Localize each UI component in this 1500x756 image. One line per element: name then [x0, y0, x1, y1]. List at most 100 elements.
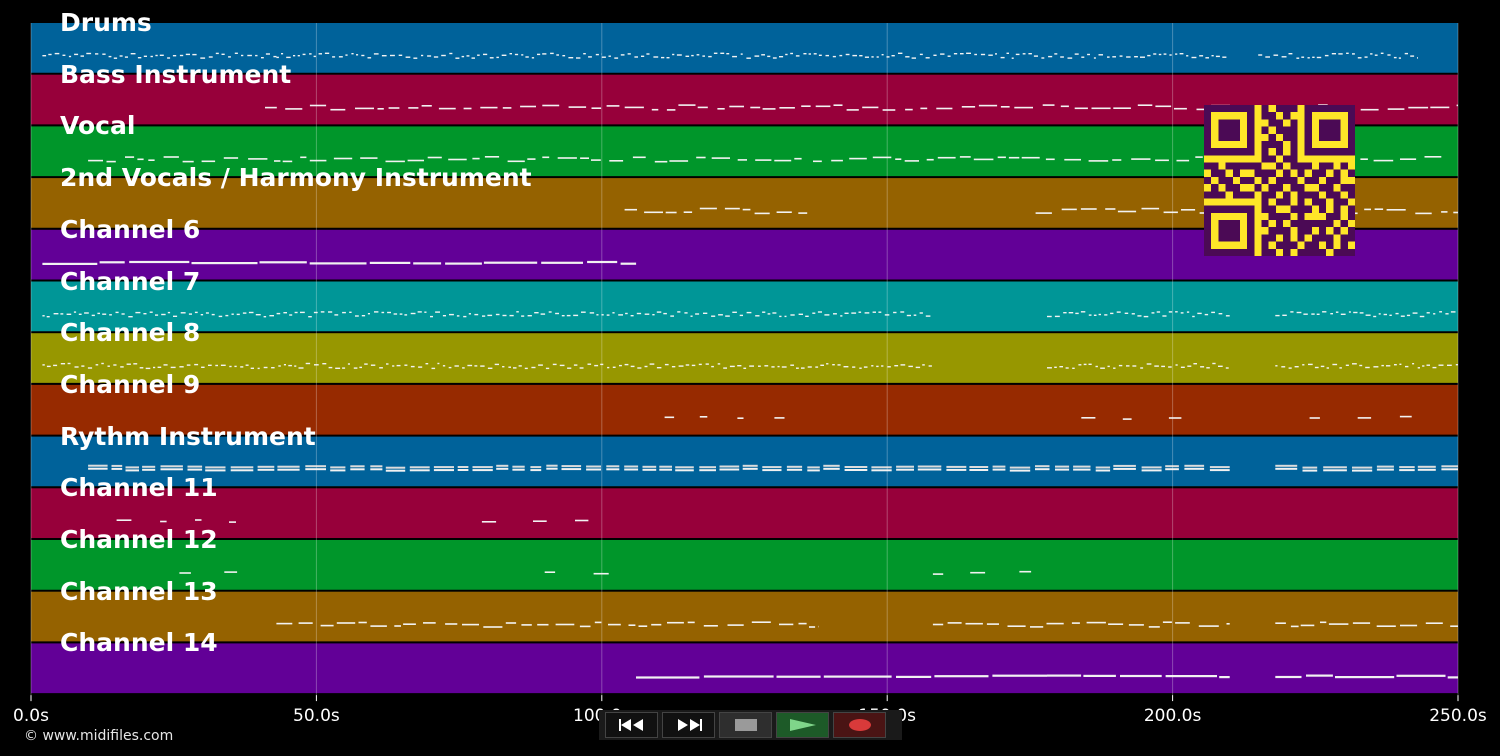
note — [687, 621, 695, 624]
note — [720, 52, 725, 54]
note — [1175, 364, 1178, 366]
note — [696, 156, 706, 159]
note — [1308, 363, 1313, 366]
note — [544, 571, 556, 573]
note — [992, 465, 1006, 468]
lane-background — [31, 281, 1458, 332]
note — [876, 365, 879, 368]
note — [265, 53, 270, 55]
note — [282, 160, 293, 163]
note — [807, 469, 820, 472]
note — [906, 314, 911, 317]
note — [1419, 315, 1425, 318]
note — [755, 159, 772, 161]
play-button[interactable] — [776, 712, 829, 738]
note — [1288, 367, 1292, 369]
note — [1199, 55, 1204, 57]
note — [1400, 624, 1418, 627]
note — [1400, 315, 1405, 317]
note — [845, 53, 850, 56]
track-label: Drums — [60, 8, 152, 37]
note — [742, 208, 751, 211]
note — [771, 366, 775, 368]
note — [1008, 156, 1020, 159]
note — [74, 366, 79, 368]
note — [737, 159, 747, 161]
note — [457, 466, 469, 468]
note — [727, 624, 744, 626]
note — [221, 53, 225, 55]
note — [125, 466, 139, 469]
note — [1143, 315, 1149, 318]
note — [1176, 159, 1190, 162]
note — [1161, 365, 1165, 368]
note — [230, 469, 254, 472]
note — [527, 158, 536, 160]
note — [568, 57, 574, 59]
note — [795, 55, 800, 57]
note — [1394, 364, 1397, 366]
note — [887, 366, 891, 368]
note — [1282, 314, 1287, 316]
note — [925, 315, 931, 317]
note — [390, 54, 395, 57]
note — [1091, 107, 1111, 110]
note — [97, 312, 100, 315]
lane-background — [31, 643, 1458, 694]
note — [1134, 56, 1138, 58]
note — [698, 363, 702, 366]
note — [409, 466, 430, 469]
note — [1113, 464, 1136, 467]
note — [234, 52, 238, 54]
stop-button[interactable] — [719, 712, 772, 738]
note — [271, 367, 275, 369]
track-label: Channel 8 — [60, 318, 201, 348]
note — [425, 363, 429, 365]
note — [1450, 625, 1458, 627]
note — [1132, 365, 1137, 367]
note — [1370, 53, 1373, 55]
note — [142, 465, 156, 468]
note — [281, 53, 284, 55]
note — [1417, 468, 1436, 471]
note — [1365, 366, 1370, 369]
note — [815, 366, 819, 368]
note — [737, 417, 744, 419]
note — [1339, 367, 1342, 369]
note — [777, 365, 780, 368]
note — [1211, 311, 1215, 314]
note — [84, 312, 89, 314]
note — [309, 262, 367, 265]
note — [739, 314, 743, 317]
note — [568, 106, 587, 108]
note — [580, 157, 589, 159]
note — [711, 157, 730, 159]
record-button[interactable] — [833, 712, 886, 738]
note — [1119, 55, 1123, 57]
note — [99, 261, 125, 264]
note — [496, 56, 499, 59]
note — [1007, 625, 1026, 627]
note — [507, 160, 525, 163]
note — [338, 56, 343, 58]
note — [624, 106, 644, 109]
note — [1088, 363, 1092, 365]
note — [642, 465, 657, 468]
note — [743, 367, 747, 369]
note — [224, 571, 238, 573]
note — [624, 468, 639, 471]
note — [294, 311, 298, 314]
rewind-button[interactable] — [605, 712, 658, 738]
note — [407, 159, 424, 162]
note — [208, 364, 212, 366]
note — [1083, 674, 1116, 677]
note — [430, 315, 433, 318]
fast-forward-button[interactable] — [662, 712, 715, 738]
note — [1450, 311, 1456, 313]
note — [398, 54, 403, 56]
note — [618, 314, 623, 316]
note — [1054, 366, 1057, 368]
note — [335, 367, 341, 369]
note — [1035, 212, 1052, 214]
note — [421, 54, 424, 57]
